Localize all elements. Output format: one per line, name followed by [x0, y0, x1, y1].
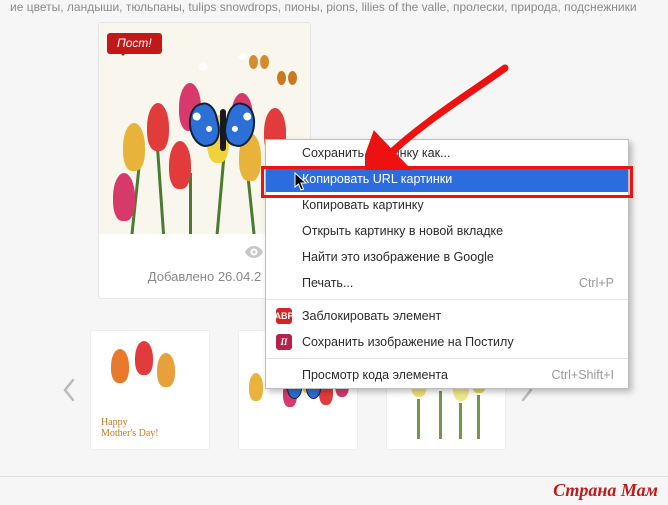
site-watermark: Страна Мам [553, 480, 658, 501]
abp-icon: ABP [276, 308, 292, 324]
ctx-abp-block[interactable]: ABP Заблокировать элемент [266, 303, 628, 329]
ctx-print[interactable]: Печать...Ctrl+P [266, 270, 628, 296]
thumbnail[interactable]: Happy Mother's Day! [90, 330, 210, 450]
context-menu: Сохранить картинку как... Копировать URL… [265, 139, 629, 389]
ctx-inspect[interactable]: Просмотр кода элементаCtrl+Shift+I [266, 362, 628, 388]
ctx-search-google-image[interactable]: Найти это изображение в Google [266, 244, 628, 270]
postila-icon: П [276, 334, 292, 350]
ctx-save-image-as[interactable]: Сохранить картинку как... [266, 140, 628, 166]
ctx-copy-image[interactable]: Копировать картинку [266, 192, 628, 218]
ctx-open-image-new-tab[interactable]: Открыть картинку в новой вкладке [266, 218, 628, 244]
tags-line: ие цветы, ландыши, тюльпаны, tulips snow… [0, 0, 668, 18]
ctx-copy-image-url[interactable]: Копировать URL картинки [266, 166, 628, 192]
ctx-postila-save[interactable]: П Сохранить изображение на Постилу [266, 329, 628, 355]
divider [0, 476, 668, 477]
carousel-prev[interactable] [58, 370, 80, 410]
ctx-separator [266, 299, 628, 300]
butterfly-decor [187, 103, 257, 157]
views-icon [245, 246, 263, 258]
ctx-separator [266, 358, 628, 359]
post-badge[interactable]: Пост! [107, 33, 162, 54]
